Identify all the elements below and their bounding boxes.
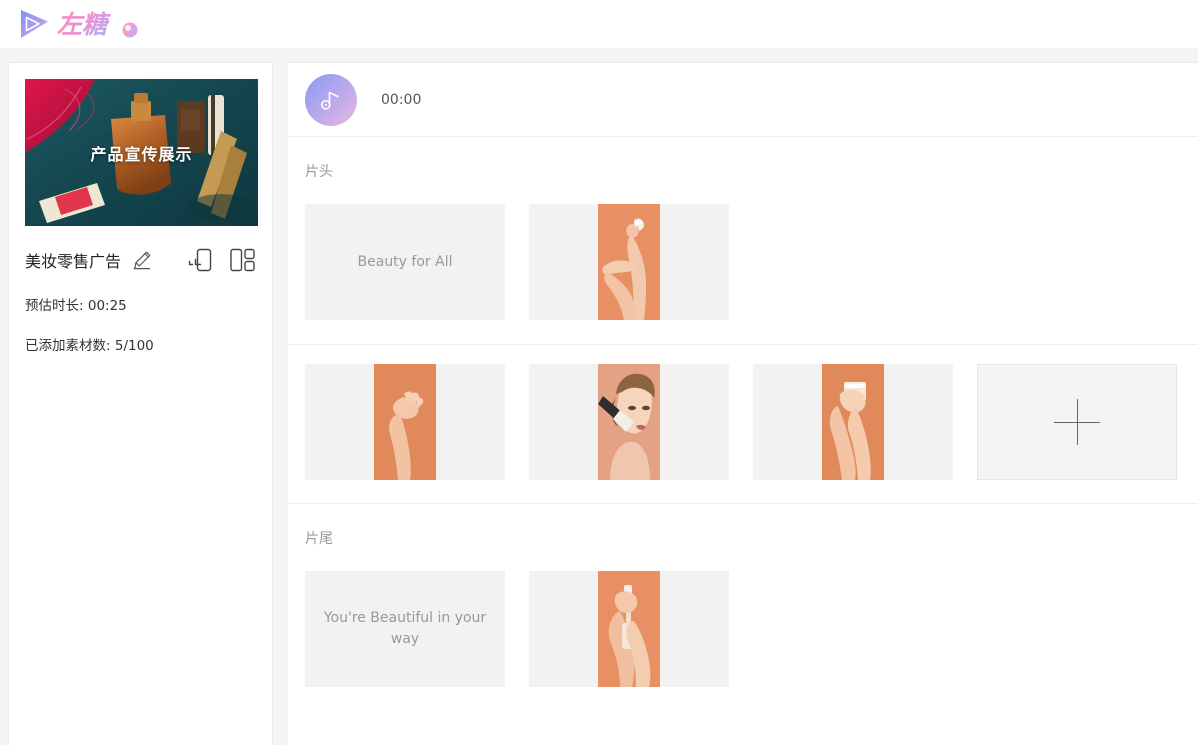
tile-media-card[interactable] — [529, 204, 729, 320]
tile-row-body — [305, 345, 1181, 503]
materials-count: 已添加素材数: 5/100 — [25, 334, 256, 354]
section-ending: 片尾 You're Beautiful in your way — [288, 504, 1198, 711]
tile-row-ending: You're Beautiful in your way — [305, 548, 1181, 711]
materials-count-value: 5/100 — [114, 338, 154, 354]
svg-text:左糖: 左糖 — [57, 10, 111, 39]
music-duration: 00:00 — [381, 91, 422, 108]
clip-thumbnail-serum-dropper — [598, 571, 660, 687]
section-opening: 片头 Beauty for All — [288, 137, 1198, 345]
project-title: 美妆零售广告 — [25, 252, 122, 271]
tile-media-card[interactable] — [305, 364, 505, 480]
estimated-duration-label: 预估时长: — [25, 298, 84, 314]
tile-media-card[interactable] — [529, 364, 729, 480]
project-thumbnail[interactable]: 产品宣传展示 — [25, 79, 258, 226]
sidebar-action-icons — [187, 247, 256, 273]
clip-thumbnail-cream-jar — [822, 364, 884, 480]
play-triangle-logo-icon — [21, 10, 48, 38]
music-track-row[interactable]: 00:00 — [288, 63, 1198, 137]
app-header: 左糖 — [0, 0, 1198, 48]
estimated-duration: 预估时长: 00:25 — [25, 294, 256, 314]
clip-thumbnail-raised-hand — [374, 364, 436, 480]
pencil-icon[interactable] — [131, 249, 153, 271]
project-thumbnail-overlay-text: 产品宣传展示 — [90, 144, 193, 164]
phone-aspect-ratio-icon[interactable] — [187, 247, 213, 273]
estimated-duration-value: 00:25 — [87, 298, 127, 314]
section-title-opening: 片头 — [305, 164, 333, 180]
project-title-row: 美妆零售广告 — [25, 246, 256, 274]
music-note-icon[interactable] — [305, 73, 357, 126]
section-body — [288, 345, 1198, 504]
tile-text-label: Beauty for All — [357, 253, 453, 270]
section-title-ending: 片尾 — [305, 531, 333, 547]
brand-wordmark: 左糖 — [57, 10, 138, 39]
project-sidebar: 产品宣传展示 美妆零售广告 预估时长: 00:25 已添加素材数: 5/100 — [8, 62, 273, 745]
clip-thumbnail-hand-applicator — [598, 204, 660, 320]
clip-thumbnail-foundation-brush — [598, 364, 660, 480]
tile-media-card[interactable] — [753, 364, 953, 480]
tile-text-label: You're Beautiful in your way — [323, 610, 487, 647]
app-logo[interactable]: 左糖 — [17, 6, 143, 42]
add-material-button[interactable] — [977, 364, 1177, 480]
layout-grid-icon[interactable] — [229, 247, 256, 273]
tile-row-opening: Beauty for All — [305, 181, 1181, 344]
materials-count-label: 已添加素材数: — [25, 338, 111, 354]
timeline-panel: 00:00 片头 Beauty for All 片尾 You're Beauti… — [288, 62, 1198, 745]
tile-media-card[interactable] — [529, 571, 729, 687]
tile-text-card[interactable]: Beauty for All — [305, 204, 505, 320]
tile-text-card[interactable]: You're Beautiful in your way — [305, 571, 505, 687]
plus-icon — [1054, 399, 1100, 445]
